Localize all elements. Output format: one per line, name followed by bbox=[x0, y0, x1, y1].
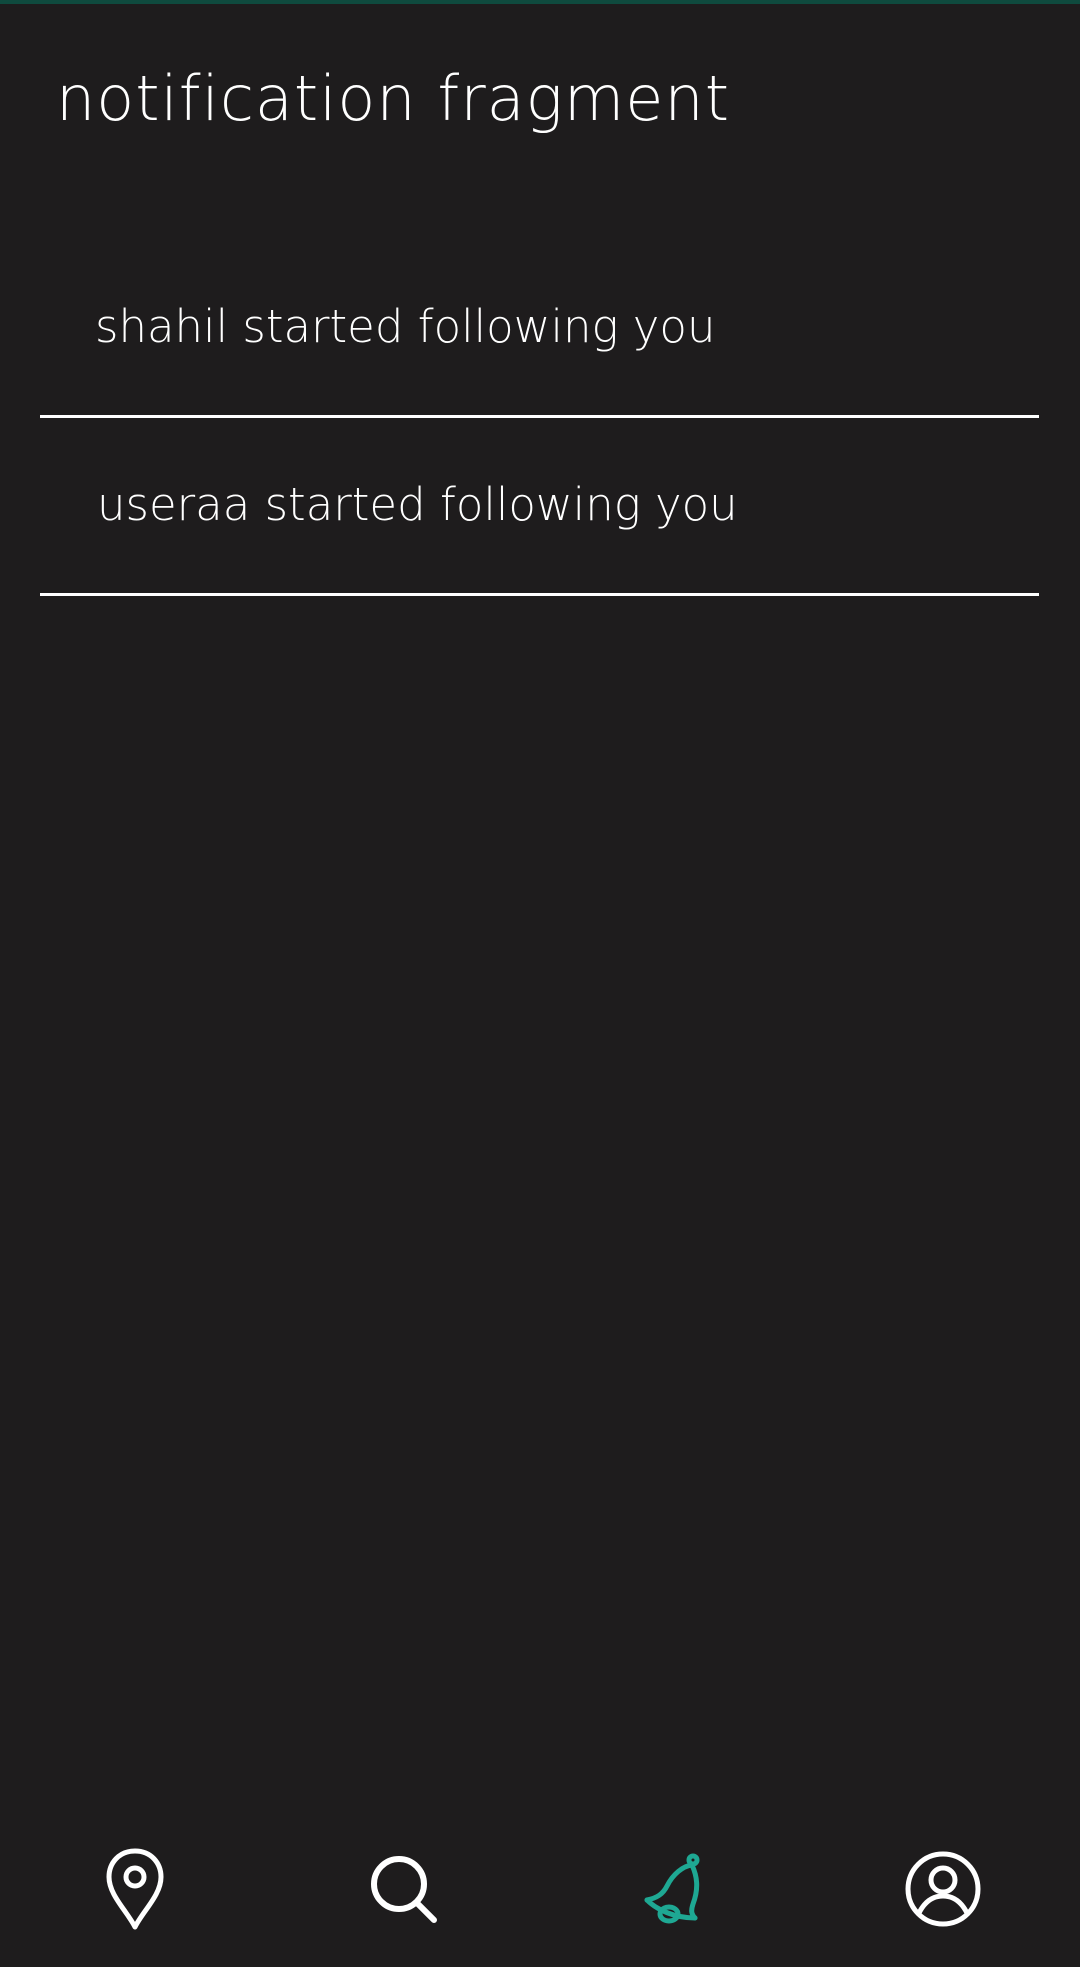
nav-map-button[interactable] bbox=[35, 1810, 235, 1967]
map-pin-icon bbox=[106, 1848, 164, 1929]
nav-search-button[interactable] bbox=[304, 1810, 504, 1967]
nav-profile-button[interactable] bbox=[843, 1810, 1043, 1967]
search-icon bbox=[371, 1855, 437, 1923]
notification-item[interactable]: useraa started following you bbox=[40, 418, 1039, 596]
notification-list: shahil started following you useraa star… bbox=[40, 242, 1039, 596]
top-accent-bar bbox=[0, 0, 1080, 4]
notification-text: useraa started following you bbox=[97, 478, 738, 531]
profile-icon bbox=[905, 1851, 981, 1926]
bottom-navigation bbox=[0, 1810, 1080, 1967]
notification-text: shahil started following you bbox=[95, 300, 716, 353]
notification-item[interactable]: shahil started following you bbox=[40, 242, 1039, 418]
nav-notifications-button[interactable] bbox=[574, 1810, 774, 1967]
page-title: notification fragment bbox=[56, 62, 731, 135]
bell-icon bbox=[644, 1853, 700, 1923]
